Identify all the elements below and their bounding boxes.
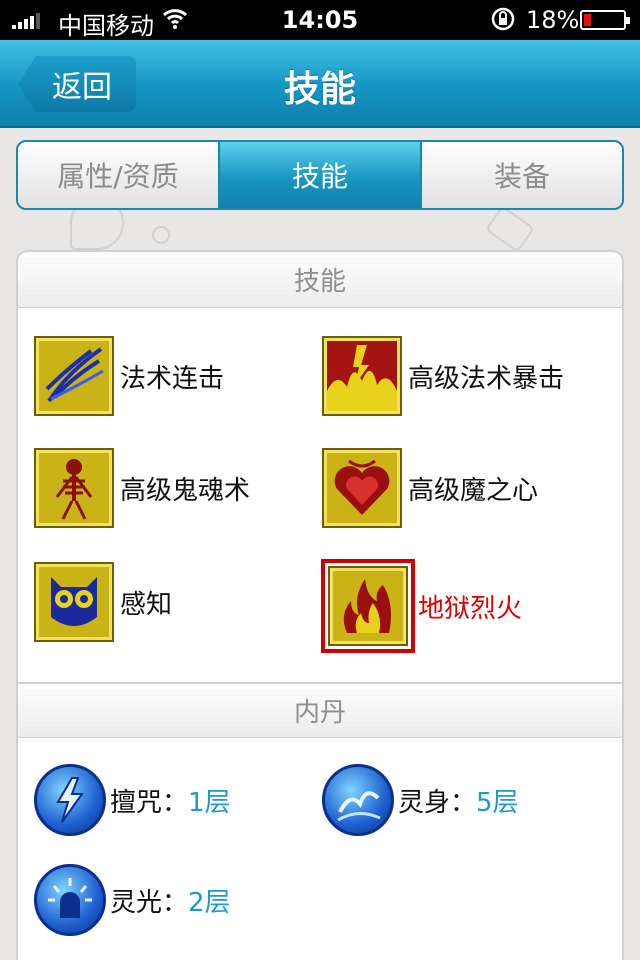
neidan-name: 灵光： (110, 887, 189, 918)
tab-attributes[interactable]: 属性/资质 (18, 142, 220, 208)
tab-bar: 属性/资质 技能 装备 (16, 140, 624, 210)
skill-name: 地狱烈火 (418, 593, 523, 624)
skill-item-gaoji-fashu-baoji[interactable]: 高级法术暴击 (322, 336, 564, 416)
battery-fill (584, 14, 591, 26)
neidan-section-header: 内丹 (18, 682, 622, 738)
rotation-lock-icon (490, 6, 516, 38)
skill-name: 感知 (120, 589, 173, 620)
fire-burst-icon (322, 336, 402, 416)
skill-name: 高级法术暴击 (408, 363, 565, 394)
lightning-orb-icon (34, 764, 106, 836)
skills-section-header: 技能 (18, 252, 622, 308)
neidan-item-shanzhou[interactable]: 擅咒： 1层 (34, 764, 231, 836)
neidan-level: 2层 (188, 887, 231, 918)
tab-skills[interactable]: 技能 (220, 142, 422, 208)
page-title: 技能 (283, 69, 356, 110)
neidan-item-lingguang[interactable]: 灵光： 2层 (34, 864, 231, 936)
skill-name: 法术连击 (120, 363, 225, 394)
demon-heart-icon (322, 448, 402, 528)
skill-item-gaoji-guihunshu[interactable]: 高级鬼魂术 (34, 448, 250, 528)
battery-percent: 18% (526, 6, 580, 34)
owl-icon (34, 562, 114, 642)
neidan-name: 灵身： (398, 787, 477, 818)
tab-equipment[interactable]: 装备 (422, 142, 622, 208)
skill-item-fashu-lianji[interactable]: 法术连击 (34, 336, 224, 416)
skill-name: 高级魔之心 (408, 475, 539, 506)
spirit-light-orb-icon (34, 864, 106, 936)
skill-item-gaoji-mozhixin[interactable]: 高级魔之心 (322, 448, 538, 528)
neidan-level: 5层 (476, 787, 519, 818)
neidan-name: 擅咒： (110, 787, 189, 818)
skeleton-icon (34, 448, 114, 528)
skills-card: 技能 法术连击 高级法术暴击 高级鬼魂术 高级魔之心 感知 地狱烈火 内丹 擅咒… (16, 250, 624, 960)
neidan-item-lingshen[interactable]: 灵身： 5层 (322, 764, 519, 836)
skill-item-ganzhi[interactable]: 感知 (34, 562, 172, 642)
background-doodle (152, 226, 170, 244)
battery-icon (580, 10, 630, 30)
neidan-level: 1层 (188, 787, 231, 818)
hellfire-icon (321, 559, 415, 653)
navigation-bar: 返回 技能 (0, 40, 640, 128)
skill-name: 高级鬼魂术 (120, 475, 251, 506)
skill-item-diyu-liehuo[interactable]: 地狱烈火 (321, 559, 523, 653)
spirit-body-orb-icon (322, 764, 394, 836)
lightning-claw-icon (34, 336, 114, 416)
status-bar: 中国移动 14:05 18% (0, 0, 640, 40)
background-doodle (485, 205, 535, 253)
